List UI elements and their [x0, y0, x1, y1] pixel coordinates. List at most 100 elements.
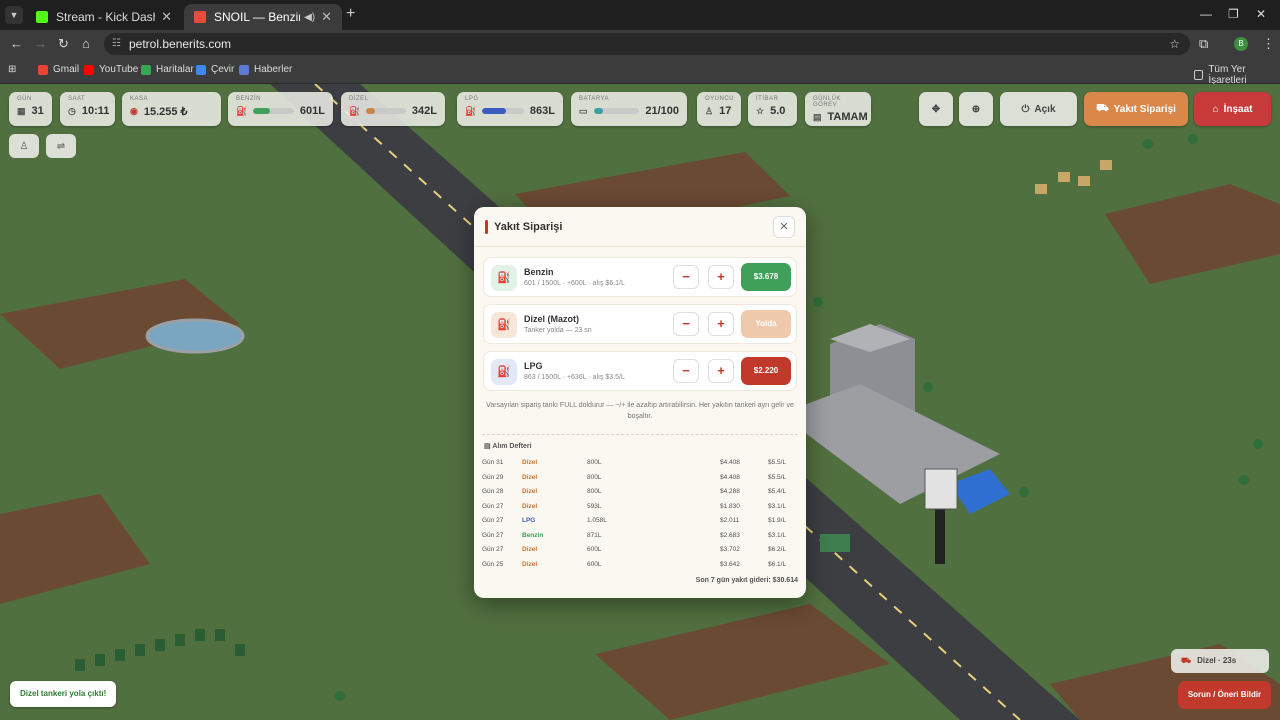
ledger-unit-price: $6.1/L — [768, 560, 787, 568]
fuel-row-dizel: ⛽ Dizel (Mazot) Tanker yolda — 23 sn − +… — [483, 304, 797, 344]
hud-reputation: İTİBAR ☆ 5.0 — [748, 92, 797, 126]
move-icon[interactable]: ✥ — [919, 92, 953, 126]
fuel-order-button[interactable]: ⛟ Yakıt Siparişi — [1084, 92, 1188, 126]
bookmark-gmail[interactable]: Gmail — [38, 64, 79, 75]
ledger-liters: 800L — [587, 459, 602, 466]
ledger-price: $2.011 — [720, 517, 740, 524]
decrease-button[interactable]: − — [673, 312, 699, 336]
open-toggle-button[interactable]: ⏻ Açık — [1000, 92, 1077, 126]
bookmark-maps[interactable]: Haritalar — [141, 64, 194, 75]
ledger-row: Gün 27 Benzin 871L $2.683 $3.1/L — [482, 529, 798, 544]
hud-dizel: DİZEL ⛽ 342L — [341, 92, 445, 126]
home-icon[interactable]: ⌂ — [82, 36, 90, 51]
ledger-price: $4.408 — [720, 473, 740, 481]
bookmarks-bar: ⊞ Gmail YouTube Haritalar Çevir Haberler… — [0, 58, 1280, 86]
power-icon: ⏻ — [1021, 103, 1030, 115]
ledger-row: Gün 27 LPG 1.058L $2.011 $1.9/L — [482, 514, 798, 529]
apps-icon[interactable]: ⊞ — [8, 64, 16, 75]
tab-search-icon[interactable]: ▼ — [5, 6, 23, 24]
clock-icon: ◷ — [68, 105, 76, 116]
dizel-level-bar — [366, 108, 406, 114]
decrease-button[interactable]: − — [673, 265, 699, 289]
settings-sliders-icon[interactable]: ⇌ — [46, 134, 76, 158]
tab-snoil[interactable]: SNOIL — Benzinlik ◀) ✕ — [184, 4, 342, 30]
menu-icon[interactable]: ⋮ — [1262, 36, 1275, 52]
dialog-header: Yakıt Siparişi ✕ — [474, 207, 806, 247]
ledger-fuel: Dizel — [522, 459, 538, 466]
news-icon — [239, 64, 249, 75]
ledger-unit-price: $5.5/L — [768, 473, 787, 481]
tab-kick-dashboard[interactable]: Stream - Kick Dashboard ✕ — [26, 4, 182, 30]
bookmark-youtube[interactable]: YouTube — [84, 64, 138, 75]
lpg-level-bar — [482, 108, 524, 114]
site-info-icon[interactable]: ☷ — [112, 33, 121, 55]
hud-lpg: LPG ⛽ 863L — [457, 92, 563, 126]
hud-day: GÜN ▦ 31 — [9, 92, 52, 126]
price-sign — [924, 468, 958, 510]
report-issue-button[interactable]: Sorun / Öneri Bildir — [1178, 681, 1271, 709]
cash-icon: ◉ — [130, 106, 138, 116]
extensions-icon[interactable]: ⧉ — [1199, 36, 1208, 52]
increase-button[interactable]: + — [708, 359, 734, 383]
home-build-icon: ⌂ — [1212, 103, 1219, 115]
reload-icon[interactable]: ↻ — [58, 36, 69, 52]
forward-icon[interactable]: → — [34, 36, 47, 51]
profile-user-icon[interactable]: ♙ — [9, 134, 39, 158]
url-input[interactable]: ☷ petrol.benerits.com ☆ — [104, 33, 1190, 55]
ledger-price: $4.288 — [720, 488, 740, 495]
profile-avatar[interactable]: B — [1234, 37, 1248, 51]
in-transit-button[interactable]: Yolda — [741, 310, 791, 338]
ledger-unit-price: $5.5/L — [768, 459, 787, 466]
bookmark-news[interactable]: Haberler — [239, 64, 292, 75]
minimize-icon[interactable]: — — [1200, 7, 1212, 21]
close-tab-icon[interactable]: ✕ — [161, 9, 172, 25]
build-button[interactable]: ⌂ İnşaat — [1194, 92, 1271, 126]
ledger-day: Gün 27 — [482, 546, 504, 553]
snoil-favicon-icon — [194, 11, 206, 23]
buy-button[interactable]: $3.678 — [741, 263, 791, 291]
speaker-icon[interactable]: ◀) — [304, 12, 315, 23]
fuel-order-dialog: Yakıt Siparişi ✕ ⛽ Benzin 601 / 1500L · … — [474, 207, 806, 598]
ledger-day: Gün 27 — [482, 517, 504, 524]
url-text: petrol.benerits.com — [129, 37, 232, 51]
increase-button[interactable]: + — [708, 265, 734, 289]
target-icon[interactable]: ⊕ — [959, 92, 993, 126]
restore-icon[interactable]: ❐ — [1228, 7, 1239, 21]
folder-icon — [1194, 70, 1204, 80]
window-close-icon[interactable]: ✕ — [1256, 7, 1266, 21]
battery-icon: ▭ — [579, 105, 588, 116]
gas-tank-icon: ⛽ — [465, 105, 477, 116]
increase-button[interactable]: + — [708, 312, 734, 336]
ledger-unit-price: $5.4/L — [768, 488, 787, 495]
ledger-liters: 800L — [587, 473, 602, 481]
buy-button[interactable]: $2.220 — [741, 357, 791, 385]
bookmark-star-icon[interactable]: ☆ — [1169, 33, 1180, 55]
ledger-fuel: Dizel — [522, 560, 538, 568]
ledger-liters: 871L — [587, 531, 602, 539]
calendar-icon: ▦ — [17, 105, 26, 116]
ledger-fuel: Dizel — [522, 546, 538, 553]
title-accent — [485, 220, 488, 234]
bookmark-translate[interactable]: Çevir — [196, 64, 234, 75]
all-bookmarks[interactable]: Tüm Yer İşaretleri — [1194, 64, 1280, 86]
hud-daily-task[interactable]: GÜNLÜK GÖREV ▤ TAMAM — [805, 92, 871, 126]
ledger-row: Gün 27 Dizel 593L $1.830 $3.1/L — [482, 500, 798, 515]
ledger-row: Gün 27 Dizel 600L $3.702 $6.2/L — [482, 543, 798, 558]
decrease-button[interactable]: − — [673, 359, 699, 383]
ledger-fuel: Benzin — [522, 531, 544, 539]
ledger-list[interactable]: Gün 31 Dizel 800L $4.408 $5.5/L Gün 29 Dizel 80… — [482, 456, 798, 572]
translate-icon — [196, 64, 206, 75]
youtube-icon — [84, 64, 94, 75]
tab-title: Stream - Kick Dashboard — [56, 10, 155, 24]
ledger-liters: 593L — [587, 502, 602, 510]
back-icon[interactable]: ← — [10, 36, 23, 51]
new-tab-icon[interactable]: + — [346, 5, 355, 23]
close-tab-icon[interactable]: ✕ — [321, 9, 332, 25]
close-icon[interactable]: ✕ — [773, 216, 795, 238]
browser-tab-bar: ▼ Stream - Kick Dashboard ✕ SNOIL — Benz… — [0, 0, 1280, 30]
order-note: Varsayılan sipariş tankı FULL doldurur —… — [486, 402, 794, 420]
ledger-fuel: Dizel — [522, 473, 538, 481]
benzin-level-bar — [253, 108, 294, 114]
ledger-row: Gün 29 Dizel 800L $4.408 $5.5/L — [482, 471, 798, 486]
ledger-unit-price: $1.9/L — [768, 517, 787, 524]
